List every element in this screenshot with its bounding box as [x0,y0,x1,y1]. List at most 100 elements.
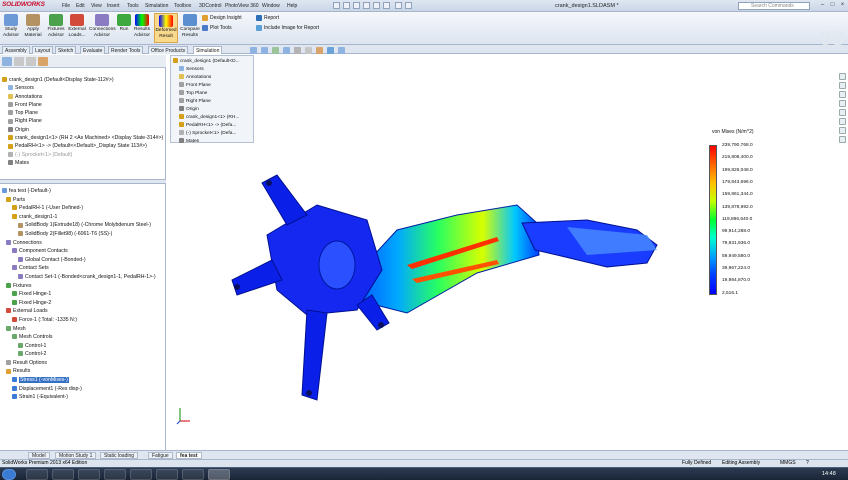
word-taskbar-icon[interactable] [130,469,152,480]
study-tree-item[interactable]: Result Options [0,359,166,368]
study-tree-item[interactable]: External Loads [0,307,166,316]
hide-show-icon[interactable] [305,46,312,54]
file-explorer-icon[interactable] [839,91,846,98]
display-manager-tab-icon[interactable] [38,57,48,66]
study-tree-item[interactable]: Control-2 [0,350,166,359]
tab-evaluate[interactable]: Evaluate [80,46,106,54]
scene-icon[interactable] [327,46,334,54]
study-tree-item[interactable]: Fixed Hinge-2 [0,299,166,308]
flyout-tree-item[interactable]: crank_design1<1> (RH... [171,114,253,122]
flyout-tree-item[interactable]: Front Plane [171,82,253,90]
external-loads-button[interactable]: External Loads... [67,13,87,43]
study-tree-item[interactable]: Parts [0,196,166,205]
view-settings-icon[interactable] [338,46,345,54]
feature-tree-item[interactable]: Sensors [0,84,166,92]
menu-window[interactable]: Window [262,3,280,9]
study-tree-item[interactable]: Fixtures [0,282,166,291]
tab-motion-study[interactable]: Motion Study 1 [55,452,97,459]
flyout-tree-item[interactable]: Origin [171,106,253,114]
fixtures-advisor-button[interactable]: Fixtures Advisor [46,13,66,43]
tab-fatigue[interactable]: Fatigue [148,452,173,459]
zoom-area-icon[interactable] [261,46,268,54]
undo-icon[interactable] [373,2,380,9]
video-taskbar-icon[interactable] [182,469,204,480]
tab-model[interactable]: Model [28,452,50,459]
study-advisor-button[interactable]: Study Advisor [2,13,20,43]
menu-edit[interactable]: Edit [76,3,85,9]
minimize-icon[interactable]: – [818,2,827,9]
feature-tree-item[interactable]: crank_design1<1> (RH 2 <As Machined> <Di… [0,134,166,142]
simulation-icon[interactable] [839,136,846,143]
view-palette-icon[interactable] [839,100,846,107]
tab-static-loading[interactable]: Static loading [100,452,139,459]
display-style-icon[interactable] [294,46,301,54]
feature-manager-tab-icon[interactable] [2,57,12,66]
flyout-tree-item[interactable]: Mates [171,138,253,146]
study-tree-item[interactable]: Mesh Controls [0,333,166,342]
menu-help[interactable]: Help [287,3,297,9]
feature-tree-item[interactable]: Top Plane [0,109,166,117]
tab-render-tools[interactable]: Render Tools [108,46,144,54]
menu-photoview[interactable]: PhotoView 360 [225,3,259,9]
connections-advisor-button[interactable]: Connections Advisor [89,13,116,43]
study-tree-item[interactable]: Fixed Hinge-1 [0,290,166,299]
apply-material-button[interactable]: Apply Material [22,13,44,43]
study-tree-item[interactable]: Contact Sets [0,264,166,273]
explorer-taskbar-icon[interactable] [26,469,48,480]
compare-results-button[interactable]: Compare Results [180,13,200,43]
study-tree-item[interactable]: Stress1 (-vonMises-) [0,376,166,385]
study-tree-item[interactable]: crank_design1-1 [0,213,166,222]
status-units[interactable]: MMGS [780,460,796,467]
study-tree-item[interactable]: Global Contact (-Bonded-) [0,256,166,265]
study-tree-item[interactable]: Mesh [0,325,166,334]
feature-tree-item[interactable]: Right Plane [0,117,166,125]
design-library-icon[interactable] [839,82,846,89]
results-advisor-button[interactable]: Results Advisor [132,13,152,43]
study-tree-item[interactable]: SolidBody 1(Extrude18) (-Chrome Molybden… [0,221,166,230]
menu-toolbox[interactable]: Toolbox [174,3,191,9]
study-tree-item[interactable]: Contact Set-1 (-Bonded<crank_design1-1, … [0,273,166,282]
custom-properties-icon[interactable] [839,118,846,125]
flyout-tree-item[interactable]: Right Plane [171,98,253,106]
print-icon[interactable] [363,2,370,9]
menu-insert[interactable]: Insert [107,3,120,9]
tab-layout[interactable]: Layout [32,46,54,54]
plot-tools-button[interactable]: Plot Tools [202,25,232,31]
study-tree-item[interactable]: Strain1 (-Equivalent-) [0,393,166,402]
design-insight-button[interactable]: Design Insight [202,15,242,21]
search-input[interactable]: Search Commands [738,2,810,10]
flyout-tree-item[interactable]: (-) Sprocket<1> (Defa... [171,130,253,138]
run-button[interactable]: Run [117,13,131,43]
section-view-icon[interactable] [272,46,279,54]
menu-simulation[interactable]: Simulation [145,3,168,9]
solidworks-taskbar-icon[interactable] [208,469,230,480]
feature-tree-item[interactable]: Annotations [0,93,166,101]
rebuild-icon[interactable] [395,2,402,9]
feature-tree-item[interactable]: Origin [0,126,166,134]
forum-icon[interactable] [839,127,846,134]
property-manager-tab-icon[interactable] [14,57,24,66]
flyout-tree-item[interactable]: crank_design1 (Default<D... [171,58,253,66]
new-icon[interactable] [333,2,340,9]
feature-tree-item[interactable]: Mates [0,159,166,167]
tab-assembly[interactable]: Assembly [2,46,30,54]
study-tree-item[interactable]: fea test (-Default-) [0,187,166,196]
resources-icon[interactable] [839,73,846,80]
graphics-viewport[interactable] [167,55,838,450]
flyout-tree-item[interactable]: Annotations [171,74,253,82]
maximize-icon[interactable]: □ [828,2,837,9]
feature-tree-item[interactable]: (-) Sprocket<1> (Default) [0,151,166,159]
configuration-manager-tab-icon[interactable] [26,57,36,66]
flyout-tree-item[interactable]: PedalRH<1> -> (Defa... [171,122,253,130]
start-button[interactable] [2,469,16,480]
app-taskbar-icon[interactable] [156,469,178,480]
menu-3dcontrol[interactable]: 3DControl [199,3,222,9]
tab-office-products[interactable]: Office Products [148,46,189,54]
close-icon[interactable]: × [838,2,847,9]
folder-taskbar-icon[interactable] [104,469,126,480]
zoom-fit-icon[interactable] [250,46,257,54]
report-button[interactable]: Report [256,15,279,21]
study-tree-item[interactable]: Force-1 (:Total: -1335 N:) [0,316,166,325]
tab-simulation[interactable]: Simulation [193,46,223,54]
select-icon[interactable] [383,2,390,9]
